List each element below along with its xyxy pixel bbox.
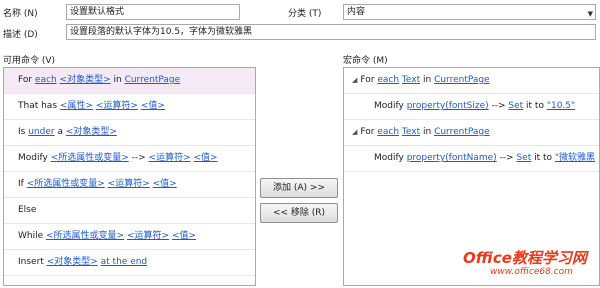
macro-command-row[interactable]: Modify property(fontName) --> Set it to … xyxy=(344,146,599,172)
remove-button[interactable]: << 移除 (R) xyxy=(260,203,338,223)
command-token-link[interactable]: <运算符> xyxy=(149,153,191,163)
command-token-link[interactable]: Text xyxy=(402,75,420,85)
command-token-text: it to xyxy=(523,101,547,111)
command-token-link[interactable]: each xyxy=(377,75,399,85)
command-token-link[interactable]: each xyxy=(377,127,399,137)
command-token-link[interactable]: "10.5" xyxy=(547,101,575,111)
command-token-link[interactable]: "微软雅黑 xyxy=(555,153,595,163)
available-command-row[interactable]: Insert <对象类型> at the end xyxy=(4,250,255,276)
watermark-title-b: 教程学习网 xyxy=(511,249,587,267)
command-token-link[interactable]: <值> xyxy=(141,101,165,111)
command-token-text: For xyxy=(360,75,378,85)
macro-command-row[interactable]: ◢ For each Text in CurrentPage xyxy=(344,120,599,146)
command-token-link[interactable]: <所选属性或变量> xyxy=(27,179,105,189)
command-token-link[interactable]: <对象类型> xyxy=(66,127,117,137)
category-value: 内容 xyxy=(347,7,366,17)
available-commands-header: 可用命令 (V) xyxy=(3,56,56,66)
command-token-link[interactable]: CurrentPage xyxy=(434,127,490,137)
command-token-text: it to xyxy=(531,153,555,163)
command-token-text: --> xyxy=(488,101,509,111)
description-label: 描述 (D) xyxy=(3,30,38,40)
name-label: 名称 (N) xyxy=(3,9,38,19)
name-input[interactable]: 设置默认格式 xyxy=(66,4,240,20)
command-token-text: Is xyxy=(18,127,29,137)
command-token-link[interactable]: <运算符> xyxy=(96,101,138,111)
command-token-text: Modify xyxy=(18,153,51,163)
command-token-text: If xyxy=(18,179,27,189)
available-command-row[interactable]: Modify <所选属性或变量> --> <运算符> <值> xyxy=(4,146,255,172)
macro-command-row[interactable]: ◢ For each Text in CurrentPage xyxy=(344,68,599,94)
add-button[interactable]: 添加 (A) >> xyxy=(260,178,338,198)
command-token-link[interactable]: Set xyxy=(516,153,531,163)
command-token-text: --> xyxy=(496,153,517,163)
command-token-link[interactable]: <所选属性或变量> xyxy=(46,231,124,241)
command-token-text: Else xyxy=(18,205,37,215)
command-token-text: For xyxy=(18,75,35,85)
category-label: 分类 (T) xyxy=(288,9,322,19)
command-token-link[interactable]: <值> xyxy=(194,153,218,163)
available-command-row[interactable]: That has <属性> <运算符> <值> xyxy=(4,94,255,120)
command-token-link[interactable]: <运算符> xyxy=(108,179,150,189)
command-token-text: While xyxy=(18,231,47,241)
collapse-triangle-icon[interactable]: ◢ xyxy=(352,68,357,93)
watermark-title: Office教程学习网 xyxy=(463,247,587,268)
collapse-triangle-icon[interactable]: ◢ xyxy=(352,120,357,145)
available-command-row[interactable]: Is under a <对象类型> xyxy=(4,120,255,146)
command-token-text: a xyxy=(54,127,66,137)
available-command-row[interactable]: For each <对象类型> in CurrentPage xyxy=(4,68,255,94)
command-token-link[interactable]: <对象类型> xyxy=(47,257,98,267)
command-token-link[interactable]: property(fontName) xyxy=(407,153,497,163)
command-token-link[interactable]: <运算符> xyxy=(127,231,169,241)
command-token-link[interactable]: Text xyxy=(402,127,420,137)
command-token-link[interactable]: CurrentPage xyxy=(125,75,181,85)
command-token-link[interactable]: Set xyxy=(508,101,523,111)
command-token-link[interactable]: property(fontSize) xyxy=(407,101,489,111)
command-token-link[interactable]: at the end xyxy=(101,257,148,267)
command-token-link[interactable]: CurrentPage xyxy=(434,75,490,85)
command-token-text: That has xyxy=(18,101,60,111)
command-token-link[interactable]: <对象类型> xyxy=(60,75,111,85)
available-command-row[interactable]: If <所选属性或变量> <运算符> <值> xyxy=(4,172,255,198)
command-token-text: --> xyxy=(128,153,149,163)
available-command-row[interactable]: Else xyxy=(4,198,255,224)
watermark-title-a: Office xyxy=(463,249,512,267)
command-token-text: in xyxy=(420,75,435,85)
watermark-url: www.office68.com xyxy=(490,267,573,277)
available-command-row[interactable]: While <所选属性或变量> <运算符> <值> xyxy=(4,224,255,250)
command-token-link[interactable]: <所选属性或变量> xyxy=(51,153,129,163)
macro-command-row[interactable]: Modify property(fontSize) --> Set it to … xyxy=(344,94,599,120)
command-token-text: For xyxy=(360,127,378,137)
command-token-text: in xyxy=(110,75,125,85)
command-token-link[interactable]: <值> xyxy=(172,231,196,241)
command-token-link[interactable]: <值> xyxy=(153,179,177,189)
command-token-link[interactable]: <属性> xyxy=(60,101,93,111)
command-token-link[interactable]: each xyxy=(35,75,57,85)
macro-commands-header: 宏命令 (M) xyxy=(343,56,388,66)
category-select[interactable]: 内容 ▼ xyxy=(343,4,596,20)
command-token-text: Modify xyxy=(374,101,407,111)
available-commands-list[interactable]: For each <对象类型> in CurrentPage That has <… xyxy=(3,67,256,286)
command-token-text: Insert xyxy=(18,257,47,267)
command-token-text: Modify xyxy=(374,153,407,163)
command-token-text: in xyxy=(420,127,435,137)
description-input[interactable]: 设置段落的默认字体为10.5，字体为微软雅黑 xyxy=(66,24,596,40)
command-token-link[interactable]: under xyxy=(28,127,54,137)
chevron-down-icon[interactable]: ▼ xyxy=(588,8,593,19)
